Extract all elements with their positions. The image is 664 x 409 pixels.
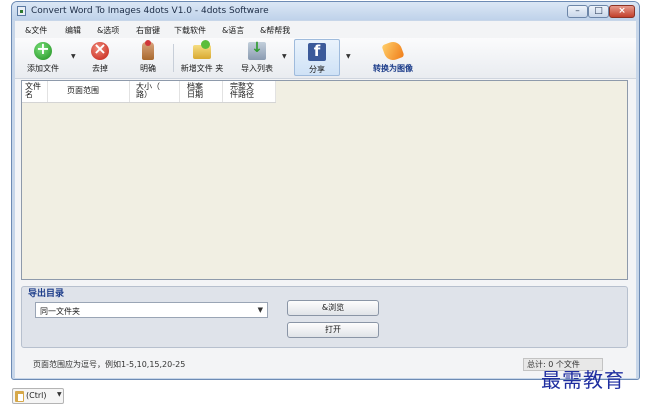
clear-button[interactable]: 明确 [133, 40, 163, 74]
add-file-dropdown-icon[interactable]: ▼ [71, 53, 76, 60]
open-button[interactable]: 打开 [287, 322, 379, 338]
table-header: 文件名 页面范围 大小（ 路） 档案 日期 完整文 件路径 [22, 81, 276, 103]
clear-icon [142, 40, 154, 60]
column-separator[interactable] [129, 81, 130, 102]
window-title: Convert Word To Images 4dots V1.0 - 4dot… [31, 6, 269, 16]
share-dropdown-icon[interactable]: ▼ [346, 53, 351, 60]
convert-icon [381, 39, 405, 63]
column-separator[interactable] [47, 81, 48, 102]
output-folder-title: 导出目录 [28, 289, 65, 299]
browse-button[interactable]: &浏览 [287, 300, 379, 316]
column-full-path[interactable]: 完整文 件路径 [230, 83, 264, 99]
minimize-button[interactable]: – [567, 5, 588, 18]
folder-icon [193, 40, 211, 59]
paste-shortcut-label: (Ctrl) [26, 391, 47, 400]
title-bar[interactable]: Convert Word To Images 4dots V1.0 - 4dot… [12, 2, 639, 20]
output-folder-value: 同一文件夹 [40, 307, 80, 316]
convert-button[interactable]: 转换为图像 [367, 39, 419, 74]
chevron-down-icon[interactable]: ▼ [57, 391, 62, 398]
column-separator[interactable] [179, 81, 180, 102]
watermark: 最需教育 [541, 368, 625, 392]
column-separator[interactable] [222, 81, 223, 102]
app-window: Convert Word To Images 4dots V1.0 - 4dot… [11, 1, 640, 380]
menu-download-software[interactable]: 下载软件 [174, 25, 206, 36]
column-separator[interactable] [275, 81, 276, 102]
toolbar-separator [173, 44, 174, 72]
import-icon [248, 40, 266, 60]
share-button[interactable]: 分享 [294, 39, 340, 76]
remove-label: 去掉 [92, 64, 108, 73]
file-table[interactable]: 文件名 页面范围 大小（ 路） 档案 日期 完整文 件路径 [21, 80, 628, 280]
add-icon [34, 39, 52, 60]
menu-file[interactable]: &文件 [25, 25, 47, 36]
page-range-hint: 页面范围应为逗号，例如1-5,10,15,20-25 [33, 360, 186, 369]
convert-label: 转换为图像 [373, 64, 413, 73]
menu-bar: &文件 编辑 &选项 右窗键 下载软件 &语言 &帮帮我 [15, 21, 636, 38]
add-file-button[interactable]: 添加文件 [23, 39, 63, 74]
column-file-date[interactable]: 档案 日期 [187, 83, 209, 99]
import-list-dropdown-icon[interactable]: ▼ [282, 53, 287, 60]
remove-button[interactable]: 去掉 [83, 39, 117, 74]
menu-help[interactable]: &帮帮我 [260, 25, 290, 36]
clipboard-icon [15, 391, 24, 402]
close-button[interactable]: × [609, 5, 635, 18]
menu-edit[interactable]: 编辑 [65, 25, 81, 36]
column-size[interactable]: 大小（ 路） [136, 83, 168, 99]
menu-language[interactable]: &语言 [222, 25, 244, 36]
add-folder-label: 新增文件 夹 [180, 64, 224, 73]
clear-label: 明确 [140, 64, 156, 73]
toolbar: 添加文件 ▼ 去掉 明确 新增文件 夹 导入列表 ▼ [15, 38, 636, 79]
maximize-button[interactable]: □ [588, 5, 609, 18]
import-list-label: 导入列表 [241, 64, 273, 73]
menu-right-click[interactable]: 右窗键 [136, 25, 160, 36]
add-file-label: 添加文件 [27, 64, 59, 73]
output-folder-group: 导出目录 同一文件夹 ▼ &浏览 打开 [21, 286, 628, 348]
column-file-name[interactable]: 文件名 [25, 83, 45, 99]
remove-icon [91, 39, 109, 60]
paste-options-button[interactable]: (Ctrl) ▼ [12, 388, 64, 404]
menu-options[interactable]: &选项 [97, 25, 119, 36]
import-list-button[interactable]: 导入列表 [237, 40, 277, 74]
client-area: &文件 编辑 &选项 右窗键 下载软件 &语言 &帮帮我 添加文件 ▼ 去掉 明… [15, 21, 636, 378]
output-folder-select[interactable]: 同一文件夹 ▼ [35, 302, 268, 318]
column-page-range[interactable]: 页面范围 [67, 87, 99, 95]
facebook-icon [308, 42, 326, 61]
share-label: 分享 [309, 65, 325, 74]
app-icon [17, 6, 26, 16]
chevron-down-icon[interactable]: ▼ [258, 306, 263, 314]
add-folder-button[interactable]: 新增文件 夹 [177, 40, 227, 74]
